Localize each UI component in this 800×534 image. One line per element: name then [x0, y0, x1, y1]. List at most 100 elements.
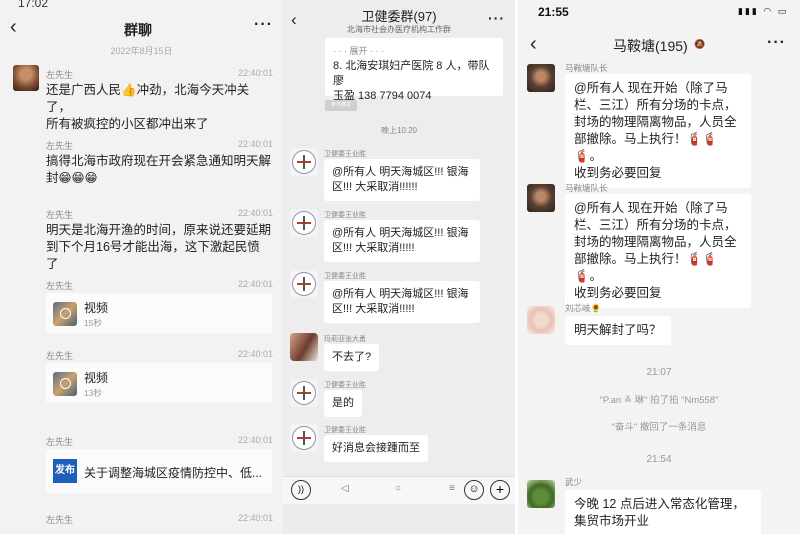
- message-bubble[interactable]: @所有人 明天海城区!!! 银海 区!!! 大采取消!!!!!!: [324, 159, 480, 201]
- message-time: 22:40:01: [238, 279, 274, 289]
- join-solitaire-button[interactable]: 参与接龙: [325, 100, 357, 111]
- message-bubble[interactable]: @所有人 明天海城区!!! 银海 区!!! 大采取消!!!!!: [324, 281, 480, 323]
- message-sender: 刘芯岐🌻: [565, 303, 602, 313]
- plus-icon[interactable]: +: [490, 480, 510, 500]
- message-text[interactable]: 还是广西人民👍冲劲，北海今天冲关了， 所有被疯控的小区都冲出来了: [46, 82, 271, 133]
- play-icon: [60, 378, 71, 389]
- date-divider: 2022年8月15日: [110, 46, 173, 56]
- emoji-icon[interactable]: ☺: [464, 480, 484, 500]
- chat-title: 马鞍塘(195): [613, 38, 688, 54]
- time-divider: 晚上10:20: [380, 126, 418, 135]
- emblem-icon: [292, 211, 316, 235]
- message-time: 22:40:01: [238, 435, 274, 445]
- message-time: 22:40:01: [238, 68, 274, 78]
- back-arrow-icon[interactable]: ‹: [530, 33, 537, 56]
- emblem-icon: [292, 272, 316, 296]
- publish-badge-icon: 发布: [53, 459, 77, 483]
- sender-avatar[interactable]: [290, 424, 318, 452]
- message-sender: 左先生: [46, 351, 74, 361]
- video-duration: 13秒: [84, 388, 102, 398]
- video-message-card[interactable]: 视频 13秒: [46, 363, 272, 403]
- more-options-icon[interactable]: ···: [488, 10, 505, 26]
- system-notice: "奋斗" 撤回了一条消息: [611, 422, 707, 433]
- nav-home-icon[interactable]: ○: [395, 483, 401, 494]
- chat-screen-group: 17:02 ‹ 群聊 ··· 2022年8月15日 左先生 22:40:01 还…: [0, 0, 283, 534]
- message-sender: 卫健委王业胜: [324, 382, 366, 389]
- time-divider: 21:54: [646, 454, 672, 465]
- sender-avatar[interactable]: [527, 64, 555, 92]
- message-text[interactable]: 搞得北海市政府现在开会紧急通知明天解 封😁😁😁: [46, 153, 271, 187]
- emblem-icon: [292, 426, 316, 450]
- video-message-card[interactable]: 视频 15秒: [46, 293, 272, 333]
- message-sender: 卫健委王业胜: [324, 273, 366, 280]
- chat-screen-maantang: 21:55 ▮▮▮ ◠ ▭ ‹ 马鞍塘(195) 🔕 ··· 马鞍塘队长 @所有…: [518, 0, 800, 534]
- back-arrow-icon[interactable]: ‹: [10, 16, 17, 39]
- message-bubble[interactable]: 是的: [324, 390, 362, 417]
- emblem-icon: [292, 381, 316, 405]
- video-duration: 15秒: [84, 318, 102, 328]
- message-time: 22:40:01: [238, 513, 274, 523]
- more-options-icon[interactable]: ···: [254, 16, 273, 34]
- message-sender: 左先生: [46, 141, 74, 151]
- system-nav-area: [283, 504, 515, 534]
- sender-avatar[interactable]: [527, 306, 555, 334]
- message-time: 22:40:01: [238, 208, 274, 218]
- sender-avatar[interactable]: [290, 209, 318, 237]
- chat-header: ‹ 群聊 ···: [0, 12, 283, 46]
- video-label: 视频: [84, 371, 109, 385]
- message-sender: 马鞍塘队长: [565, 63, 608, 73]
- video-label: 视频: [84, 301, 109, 315]
- sender-avatar[interactable]: [527, 480, 555, 508]
- sender-avatar[interactable]: [290, 148, 318, 176]
- sender-avatar[interactable]: [13, 65, 39, 91]
- video-thumbnail: [53, 372, 77, 396]
- message-text[interactable]: 明天是北海开渔的时间，原来说还要延期 到下个月16号才能出海，这下激起民愤了: [46, 222, 271, 273]
- message-sender: 武少: [565, 477, 583, 487]
- message-bubble[interactable]: @所有人 明天海城区!!! 银海 区!!! 大采取消!!!!!: [324, 220, 480, 262]
- nav-back-icon[interactable]: ◁: [341, 483, 349, 494]
- video-thumbnail: [53, 302, 77, 326]
- message-sender: 马鞍塘队长: [565, 183, 608, 193]
- voice-input-icon[interactable]: )): [291, 480, 311, 500]
- sender-avatar[interactable]: [290, 270, 318, 298]
- input-toolbar: )) ◁ ○ ≡ ☺ +: [283, 476, 515, 504]
- article-message-card[interactable]: 发布 关于调整海城区疫情防控中、低...: [46, 449, 272, 493]
- message-bubble[interactable]: @所有人 现在开始（除了马 栏、三江）所有分场的卡点， 封场的物理隔离物品，人员…: [565, 194, 751, 308]
- chat-title: 群聊: [124, 22, 152, 38]
- status-bar-time: 21:55: [538, 5, 569, 19]
- solitaire-message[interactable]: · · · 展开 · · · 8. 北海安琪妇产医院 8 人，带队廖 玉盈 13…: [325, 38, 503, 102]
- message-sender: 卫健委王业胜: [324, 212, 366, 219]
- message-bubble[interactable]: 今晚 12 点后进入常态化管理， 集贸市场开业: [565, 490, 761, 534]
- expand-link[interactable]: · · · 展开 · · ·: [333, 44, 495, 59]
- message-sender: 左先生: [46, 70, 74, 80]
- status-bar-time: 17:02: [18, 0, 49, 10]
- more-options-icon[interactable]: ···: [767, 34, 786, 52]
- message-sender: 卫健委王业胜: [324, 427, 366, 434]
- sender-avatar[interactable]: [527, 184, 555, 212]
- chat-screen-health-commission: ‹ 卫健委群(97) 北海市社会办医疗机构工作群 ··· · · · 展开 · …: [283, 0, 515, 534]
- message-bubble[interactable]: 明天解封了吗？: [565, 316, 671, 345]
- message-time: 22:40:01: [238, 349, 274, 359]
- message-time: 22:40:01: [238, 139, 274, 149]
- message-bubble[interactable]: 好消息会接踵而至: [324, 435, 428, 462]
- message-sender: 左先生: [46, 210, 74, 220]
- system-notice: "P.an ≚ 琳" 拍了拍 "Nm558": [599, 395, 719, 406]
- message-sender: 左先生: [46, 281, 74, 291]
- play-icon: [60, 308, 71, 319]
- time-divider: 21:07: [646, 367, 672, 378]
- message-bubble[interactable]: @所有人 现在开始（除了马 栏、三江）所有分场的卡点， 封场的物理隔离物品，人员…: [565, 74, 751, 188]
- article-title: 关于调整海城区疫情防控中、低...: [84, 466, 263, 480]
- status-icons: ▮▮▮ ◠ ▭: [738, 6, 789, 16]
- emblem-icon: [292, 150, 316, 174]
- sender-avatar[interactable]: [290, 379, 318, 407]
- message-bubble[interactable]: 不去了?: [324, 344, 380, 371]
- message-sender: 左先生: [46, 437, 74, 447]
- chat-title: 卫健委群(97): [361, 9, 437, 24]
- sender-avatar[interactable]: [290, 333, 318, 361]
- message-sender: 玛莉亚张大勇: [324, 336, 366, 343]
- message-sender: 卫健委王业胜: [324, 151, 366, 158]
- mute-icon: 🔕: [694, 39, 706, 49]
- message-sender: 左先生: [46, 515, 74, 525]
- nav-menu-icon[interactable]: ≡: [449, 483, 455, 494]
- chat-subtitle: 北海市社会办医疗机构工作群: [347, 25, 451, 34]
